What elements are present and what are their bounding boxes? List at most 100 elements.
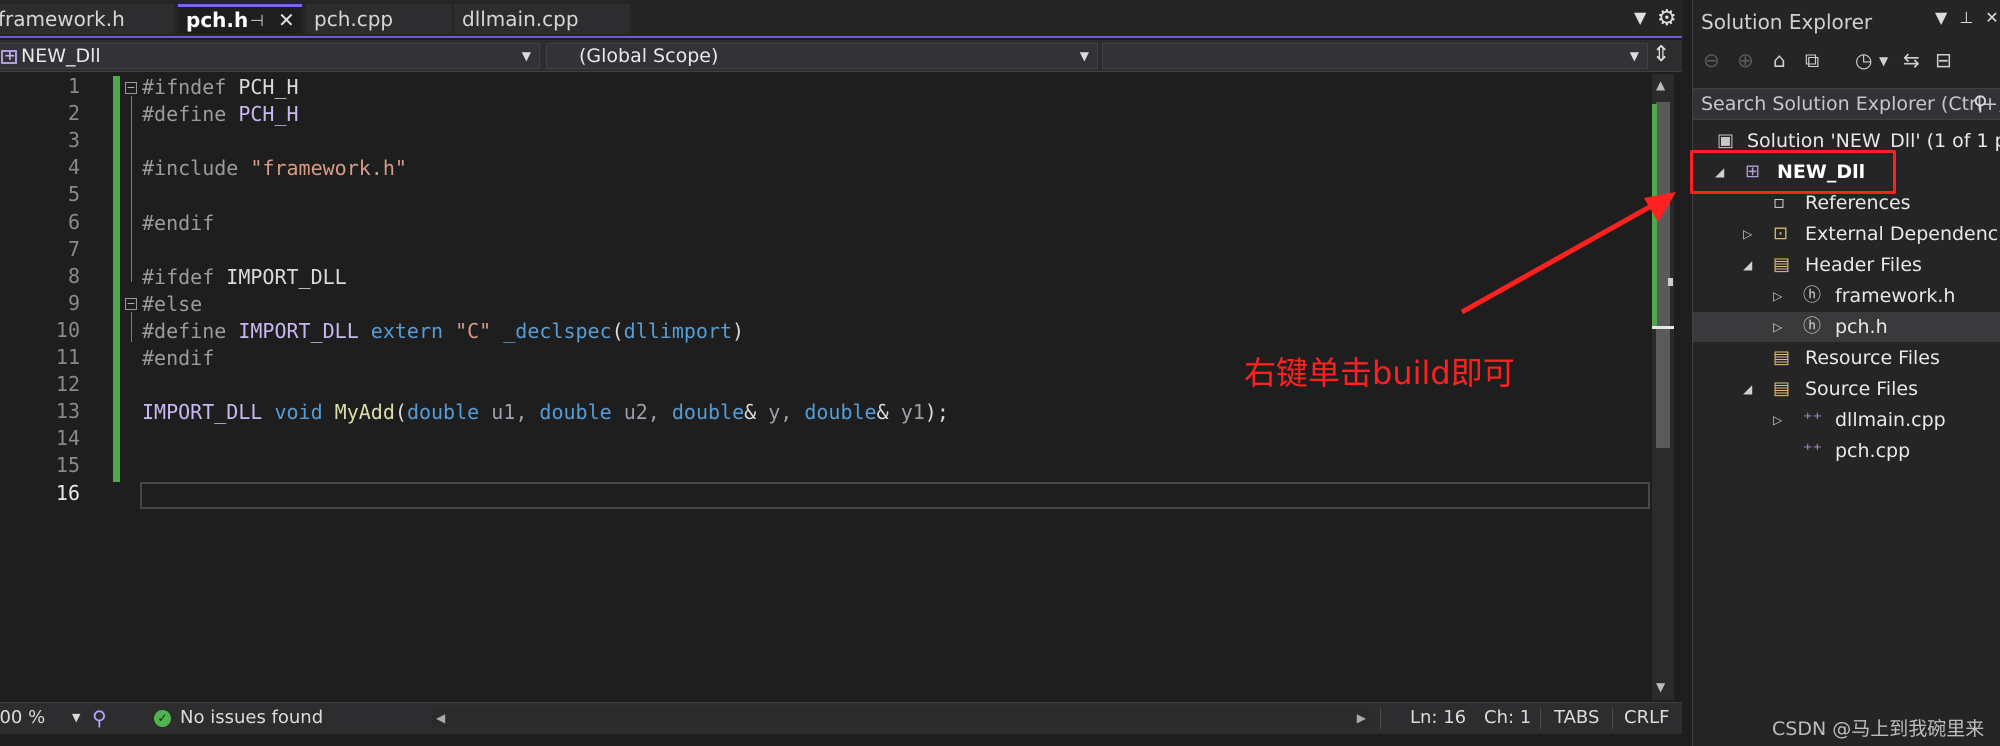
indent-mode[interactable]: TABS: [1554, 703, 1599, 733]
code-token: &: [744, 400, 769, 425]
home-icon[interactable]: ⌂: [1773, 48, 1786, 72]
pane-splitter[interactable]: [1682, 0, 1692, 746]
project-icon: [1, 44, 17, 68]
window-position-dropdown-icon[interactable]: ▼: [1935, 8, 1947, 27]
vertical-scrollbar[interactable]: ▲ ▼: [1652, 74, 1674, 700]
issues-status[interactable]: No issues found: [180, 703, 323, 733]
collapsed-arrow-icon[interactable]: ▷: [1773, 281, 1782, 311]
code-line[interactable]: #define PCH_H: [142, 101, 299, 128]
code-line[interactable]: IMPORT_DLL void MyAdd(double u1, double …: [142, 399, 949, 426]
collapsed-arrow-icon[interactable]: ▷: [1743, 219, 1752, 249]
zoom-dropdown-icon[interactable]: ▼: [72, 703, 80, 733]
scrollbar-thumb[interactable]: [1656, 102, 1670, 448]
external-deps-icon: ⊡: [1773, 223, 1789, 244]
collapse-icon[interactable]: −: [125, 298, 137, 310]
line-indicator[interactable]: Ln: 16: [1410, 703, 1466, 733]
code-token: double: [539, 400, 624, 425]
code-token: #ifdef: [142, 264, 227, 289]
code-token: #define: [142, 318, 239, 343]
horizontal-scrollbar[interactable]: ◀ ▶: [432, 707, 1370, 729]
collapsed-arrow-icon[interactable]: ▷: [1773, 405, 1782, 435]
split-window-icon[interactable]: ⇕: [1652, 42, 1670, 67]
scroll-down-icon[interactable]: ▼: [1656, 680, 1665, 694]
chevron-down-icon: ▼: [1079, 49, 1089, 63]
code-token: MyAdd: [334, 400, 395, 425]
code-token: PCH_H: [238, 75, 299, 99]
close-icon[interactable]: ✕: [1985, 8, 1998, 27]
code-token: u1,: [491, 400, 540, 425]
line-number: 1: [67, 74, 80, 98]
chevron-down-icon[interactable]: ▼: [1879, 54, 1888, 68]
collapsed-arrow-icon[interactable]: ▷: [1773, 312, 1782, 342]
scope-dropdown[interactable]: (Global Scope) ▼: [546, 43, 1098, 69]
tree-item[interactable]: ▷ ⓗ pch.h: [1693, 312, 2000, 342]
divider: [1380, 707, 1381, 729]
watermark: CSDN @马上到我碗里来: [1772, 718, 1985, 740]
tab-pch-cpp[interactable]: pch.cpp: [306, 4, 452, 34]
collapse-icon[interactable]: −: [125, 82, 137, 94]
tree-item[interactable]: ▷ ⁺⁺ dllmain.cpp: [1693, 405, 2000, 435]
code-token: _declspec: [503, 318, 612, 343]
line-number: 16: [55, 480, 80, 505]
code-line[interactable]: #include "framework.h": [142, 155, 407, 182]
scroll-left-icon[interactable]: ◀: [436, 707, 445, 729]
switch-views-icon[interactable]: ⧉: [1805, 48, 1819, 72]
scroll-up-icon[interactable]: ▲: [1656, 78, 1665, 92]
member-dropdown[interactable]: ▼: [1102, 43, 1648, 69]
search-input[interactable]: Search Solution Explorer (Ctrl+;): [1701, 93, 2000, 115]
tree-item[interactable]: ▷ ⓗ framework.h: [1693, 281, 2000, 311]
pin-icon[interactable]: ⊥: [1959, 8, 1973, 27]
code-line[interactable]: #else: [142, 291, 202, 318]
tab-pch-h[interactable]: pch.h ⊣ ✕: [178, 4, 302, 34]
tree-item[interactable]: ▷ ⊡ External Dependencies: [1693, 219, 2000, 249]
scroll-right-icon[interactable]: ▶: [1357, 707, 1366, 729]
close-icon[interactable]: ✕: [278, 7, 295, 34]
code-token: #define: [142, 102, 239, 127]
solution-explorer-search[interactable]: Search Solution Explorer (Ctrl+;) ⚲: [1693, 88, 2000, 120]
tab-framework-h[interactable]: framework.h: [0, 4, 174, 34]
line-ending[interactable]: CRLF: [1624, 703, 1669, 733]
zoom-level[interactable]: 100 %: [0, 703, 45, 733]
tree-item[interactable]: ◢ ▤ Header Files: [1693, 250, 2000, 280]
code-token: );: [924, 400, 949, 425]
code-line[interactable]: #endif: [142, 345, 214, 372]
current-line-highlight: [140, 482, 1650, 509]
sync-with-active-document-icon[interactable]: ⇆: [1903, 48, 1920, 72]
project-dropdown[interactable]: NEW_Dll ▼: [0, 43, 540, 69]
pin-icon[interactable]: ⊣: [250, 7, 264, 34]
intellicode-icon[interactable]: ⚲: [92, 703, 107, 733]
tab-dllmain-cpp[interactable]: dllmain.cpp: [454, 4, 630, 34]
code-token: double: [804, 400, 877, 425]
chevron-down-icon: ▼: [521, 49, 531, 63]
tree-item[interactable]: ▤ Resource Files: [1693, 343, 2000, 373]
tree-item[interactable]: ◢ ▤ Source Files: [1693, 374, 2000, 404]
code-line[interactable]: #ifndef PCH_H: [142, 74, 299, 101]
collapse-all-icon[interactable]: ⊟: [1935, 48, 1952, 72]
code-line[interactable]: #define IMPORT_DLL extern "C" _declspec(…: [142, 318, 744, 345]
scope-dropdown-value: (Global Scope): [579, 45, 719, 67]
line-number: 5: [67, 182, 80, 207]
tab-label: pch.cpp: [314, 7, 394, 31]
panel-title-buttons: ▼ ⊥ ✕: [1935, 8, 2000, 27]
tree-item[interactable]: ⁺⁺ pch.cpp: [1693, 436, 2000, 466]
code-token: #ifndef: [142, 75, 239, 99]
back-icon[interactable]: ⊖: [1703, 48, 1720, 72]
panel-title: Solution Explorer: [1701, 10, 1873, 34]
fold-guide: [131, 96, 132, 282]
forward-icon[interactable]: ⊕: [1737, 48, 1754, 72]
code-line[interactable]: #endif: [142, 210, 214, 237]
project-dropdown-value: NEW_Dll: [21, 45, 101, 67]
code-token: y,: [768, 400, 805, 425]
pending-changes-filter-icon[interactable]: ◷: [1855, 48, 1872, 72]
tab-list-dropdown-icon[interactable]: ▼: [1634, 8, 1646, 27]
scrollbar-position-marker: [1652, 326, 1674, 329]
search-icon[interactable]: ⚲: [1973, 91, 1988, 115]
expanded-arrow-icon[interactable]: ◢: [1743, 374, 1752, 404]
code-line[interactable]: #ifdef IMPORT_DLL: [142, 264, 347, 291]
line-number: 13: [55, 399, 80, 424]
column-indicator[interactable]: Ch: 1: [1484, 703, 1531, 733]
expanded-arrow-icon[interactable]: ◢: [1743, 250, 1752, 280]
gear-icon[interactable]: ⚙: [1657, 6, 1677, 31]
line-number: 15: [55, 453, 80, 478]
highlight-box: [1690, 150, 1896, 194]
